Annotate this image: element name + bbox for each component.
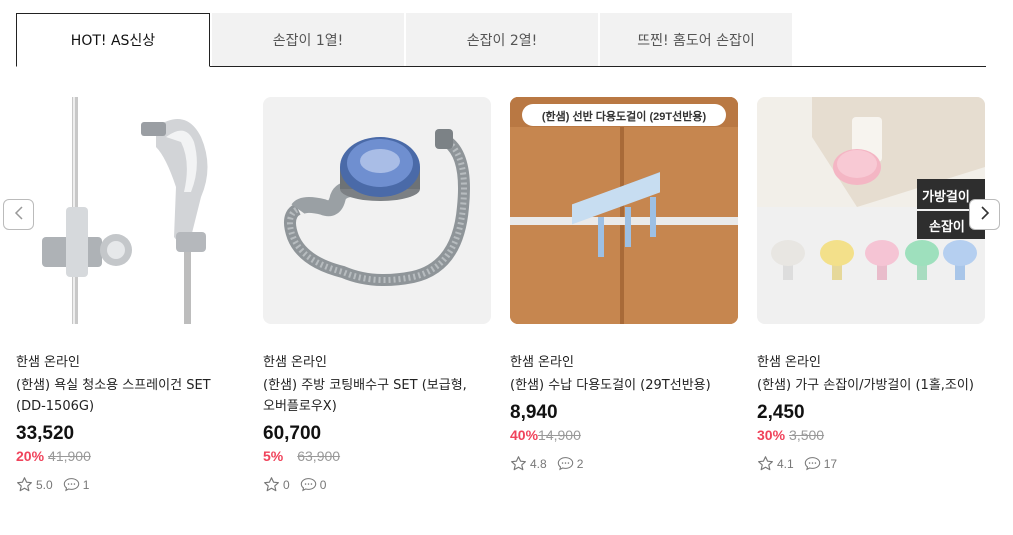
- spray-gun-image[interactable]: [16, 97, 244, 324]
- original-price: 14,900: [538, 427, 581, 443]
- product-name[interactable]: (한샘) 가구 손잡이/가방걸이 (1홀,조이): [757, 375, 985, 396]
- review-count: 0: [319, 477, 327, 492]
- product-card[interactable]: 한샘 온라인 (한샘) 욕실 청소용 스프레이건 SET (DD-1506G) …: [16, 97, 244, 493]
- original-price: 63,900: [297, 448, 341, 464]
- tab-home-door-handle[interactable]: 뜨찐! 홈도어 손잡이: [600, 13, 792, 66]
- drain-pipe-image[interactable]: [263, 97, 491, 324]
- rating-value: 4.8: [530, 456, 547, 471]
- review-meta: 4.8 2: [510, 455, 738, 472]
- image-caption: 가방걸이: [922, 189, 970, 205]
- review-count: 17: [823, 456, 838, 471]
- comment-icon: [63, 476, 80, 493]
- carousel-prev-button[interactable]: [3, 199, 34, 230]
- discount-row: 5% 63,900: [263, 446, 491, 466]
- original-price: 3,500: [789, 427, 825, 443]
- image-caption: (한샘) 선반 다용도걸이 (29T선반용): [542, 109, 707, 123]
- tab-handle-row-2[interactable]: 손잡이 2열!: [406, 13, 598, 66]
- seller-name: 한샘 온라인: [263, 355, 327, 370]
- chevron-right-icon: [980, 205, 990, 224]
- sale-price: 2,450: [757, 402, 805, 423]
- product-name[interactable]: (한샘) 욕실 청소용 스프레이건 SET (DD-1506G): [16, 375, 244, 417]
- comment-icon: [557, 455, 574, 472]
- tab-label: 손잡이 2열!: [466, 32, 538, 49]
- review-meta: 4.1 17: [757, 455, 985, 472]
- star-icon: [757, 455, 774, 472]
- carousel-next-button[interactable]: [969, 199, 1000, 230]
- star-icon: [263, 476, 280, 493]
- tab-label: 손잡이 1열!: [272, 32, 344, 49]
- discount-rate: 5%: [263, 448, 284, 464]
- review-meta: 0 0: [263, 476, 491, 493]
- review-count: 2: [576, 456, 584, 471]
- product-card[interactable]: 한샘 온라인 (한샘) 주방 코팅배수구 SET (보급형,오버플로우X) 60…: [263, 97, 491, 493]
- star-icon: [16, 476, 33, 493]
- tab-handle-row-1[interactable]: 손잡이 1열!: [212, 13, 404, 66]
- sale-price: 8,940: [510, 402, 558, 423]
- tab-label: 뜨찐! 홈도어 손잡이: [637, 32, 755, 49]
- tab-label: HOT! AS신상: [70, 33, 156, 49]
- knob-hook-image[interactable]: 가방걸이 손잡이: [757, 97, 985, 324]
- discount-row: 20% 41,900: [16, 446, 244, 466]
- rating-value: 4.1: [777, 456, 794, 471]
- discount-row: 40%14,900: [510, 425, 738, 445]
- discount-rate: 30%: [757, 427, 786, 443]
- discount-rate: 40%: [510, 427, 539, 443]
- rating-value: 5.0: [36, 477, 53, 492]
- sale-price: 33,520: [16, 423, 75, 444]
- shelf-hook-image[interactable]: (한샘) 선반 다용도걸이 (29T선반용): [510, 97, 738, 324]
- category-tabs: HOT! AS신상 손잡이 1열! 손잡이 2열! 뜨찐! 홈도어 손잡이: [16, 13, 986, 67]
- chevron-left-icon: [14, 205, 24, 224]
- sale-price: 60,700: [263, 423, 322, 444]
- seller-name: 한샘 온라인: [510, 355, 574, 370]
- original-price: 41,900: [48, 448, 91, 464]
- star-icon: [510, 455, 527, 472]
- discount-row: 30% 3,500: [757, 425, 985, 445]
- comment-icon: [804, 455, 821, 472]
- seller-name: 한샘 온라인: [16, 355, 80, 370]
- rating-value: 0: [283, 477, 290, 492]
- comment-icon: [300, 476, 317, 493]
- image-caption: 손잡이: [929, 219, 965, 235]
- product-card[interactable]: 가방걸이 손잡이 한샘 온라인 (한샘) 가구 손잡이/가방걸이 (1홀,조이)…: [757, 97, 985, 472]
- tab-hot-new[interactable]: HOT! AS신상: [16, 13, 210, 67]
- product-name[interactable]: (한샘) 주방 코팅배수구 SET (보급형,오버플로우X): [263, 375, 491, 417]
- review-count: 1: [82, 477, 90, 492]
- product-name[interactable]: (한샘) 수납 다용도걸이 (29T선반용): [510, 375, 738, 396]
- review-meta: 5.0 1: [16, 476, 244, 493]
- discount-rate: 20%: [16, 448, 45, 464]
- product-card[interactable]: (한샘) 선반 다용도걸이 (29T선반용) 한샘 온라인 (한샘) 수납 다용…: [510, 97, 738, 472]
- seller-name: 한샘 온라인: [757, 355, 821, 370]
